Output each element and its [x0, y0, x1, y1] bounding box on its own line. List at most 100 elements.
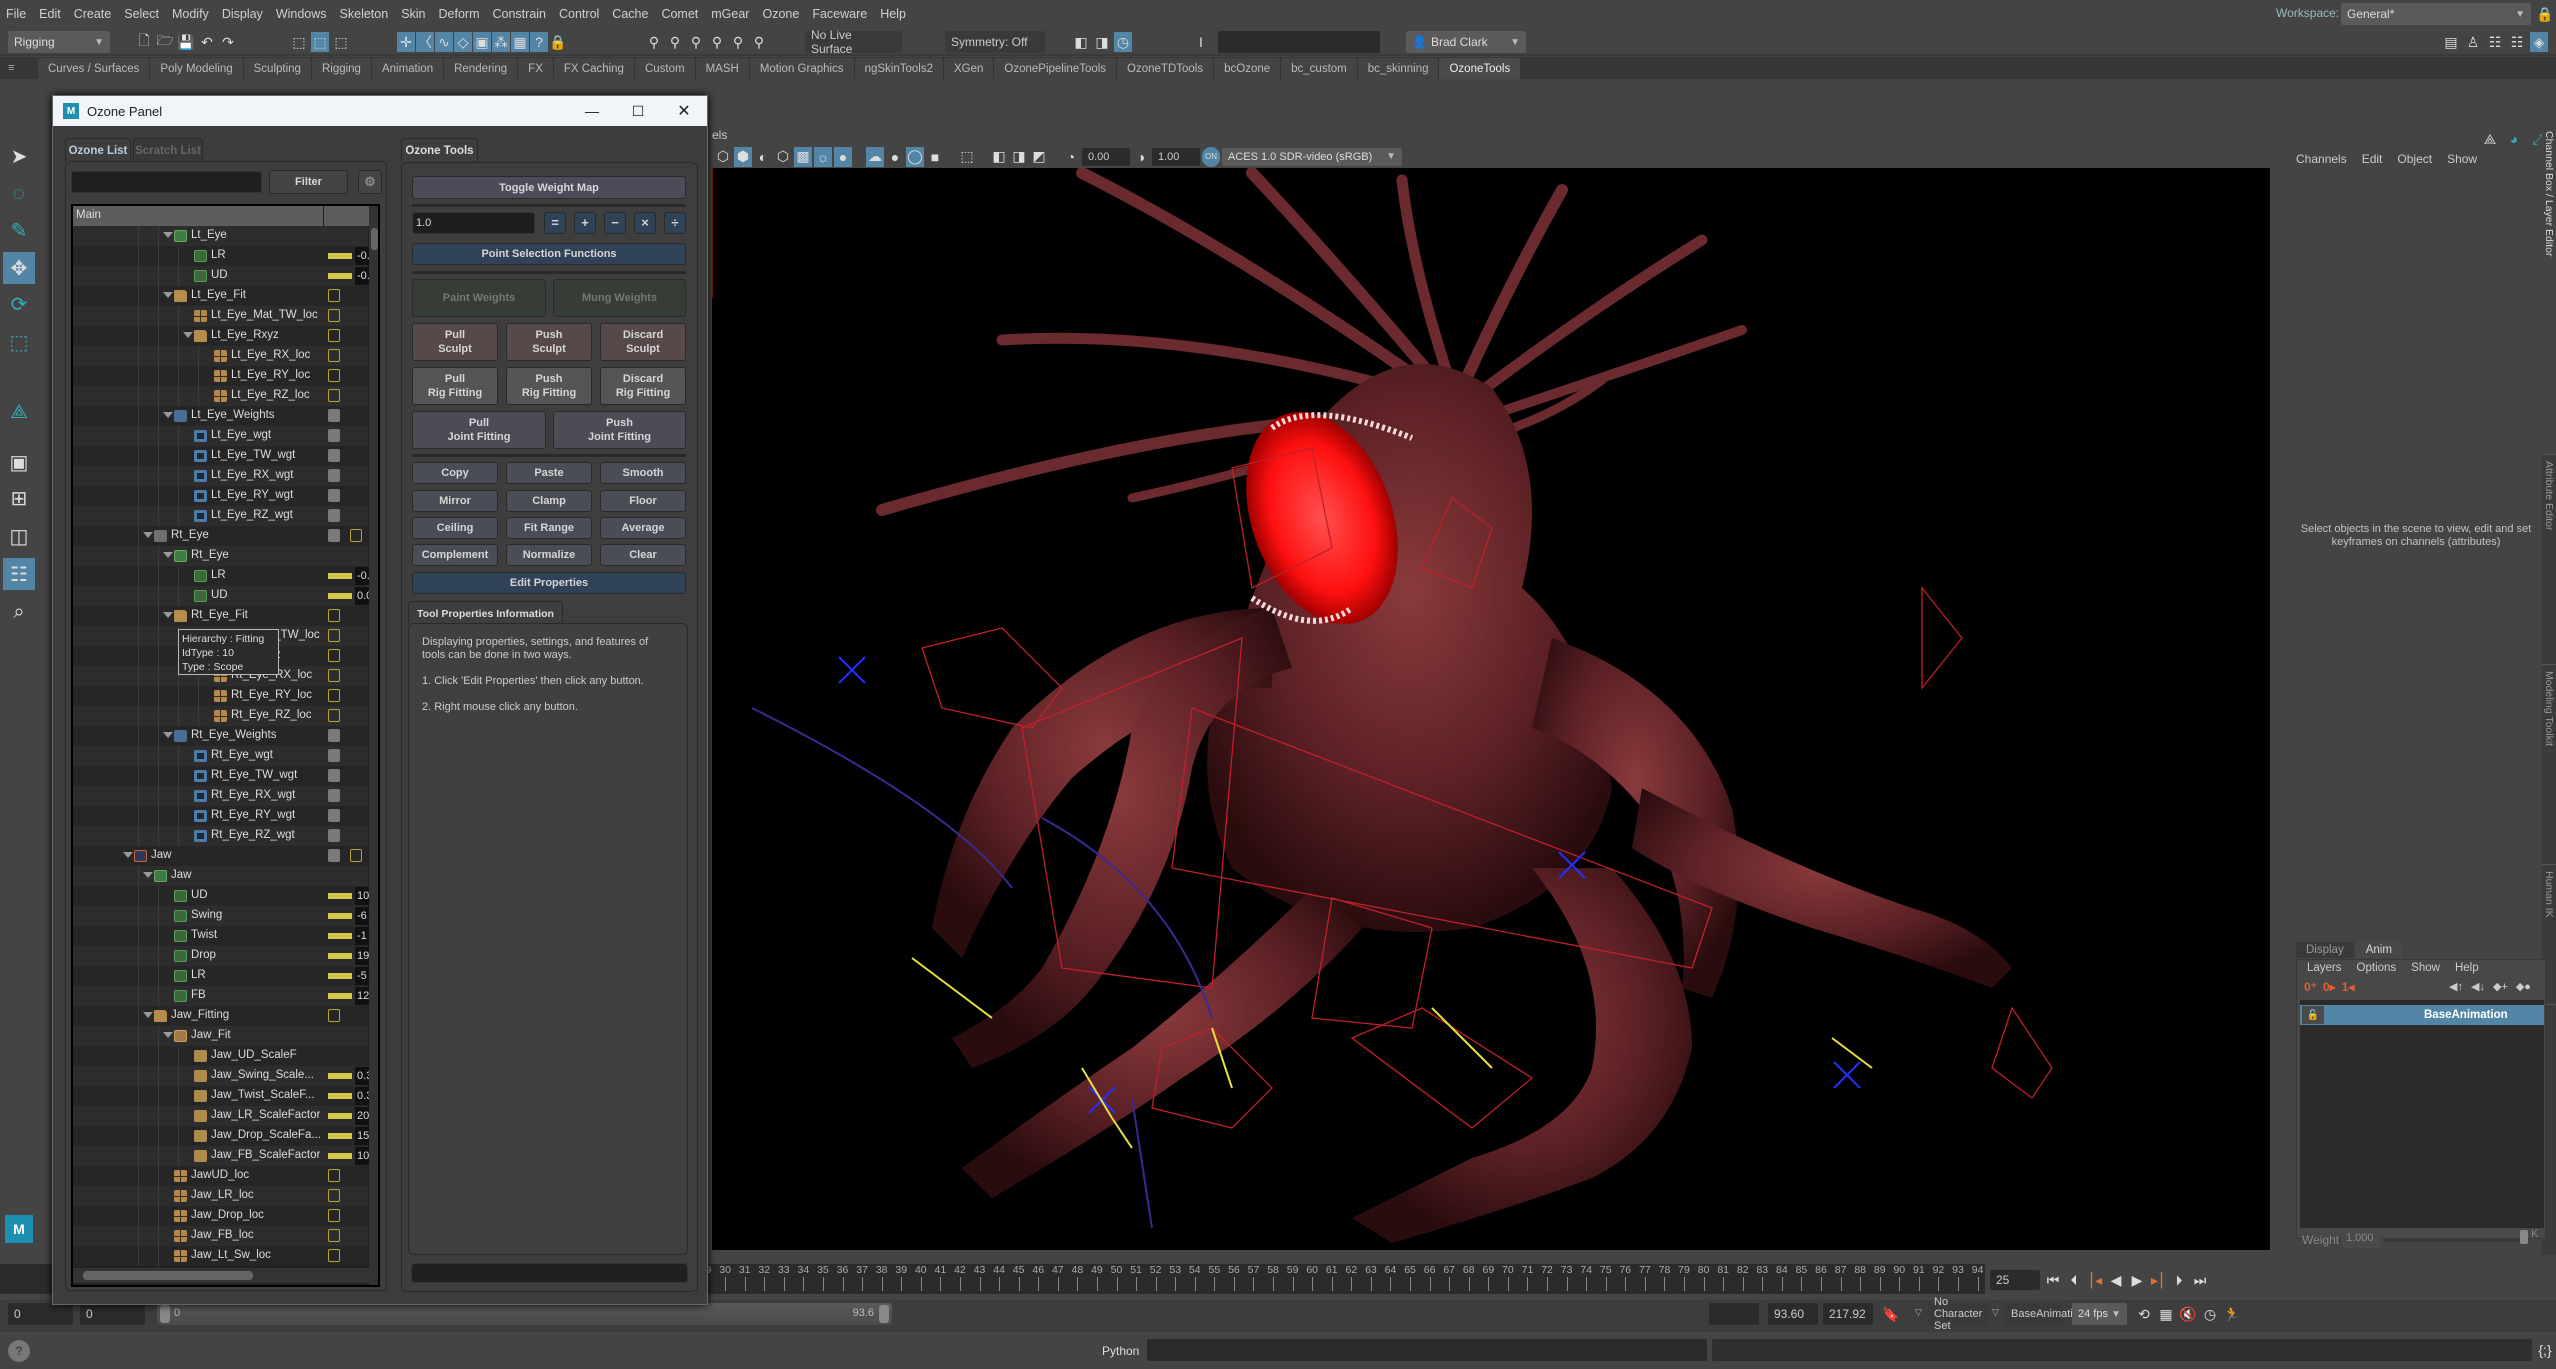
scrollbar-thumb[interactable]	[83, 1271, 253, 1280]
tree-row[interactable]: Jaw_FB_ScaleFactor 10	[73, 1146, 369, 1166]
push-joint-fitting-button[interactable]: Push Joint Fitting	[553, 411, 686, 449]
value-slider[interactable]	[328, 1113, 352, 1119]
attribute-editor-icon[interactable]: ☷	[2486, 32, 2504, 52]
loop-icon[interactable]: ⟲	[2135, 1304, 2153, 1324]
tree-row[interactable]: Rt_Eye_RY_loc	[73, 686, 368, 706]
expand-arrow-icon[interactable]	[183, 332, 193, 338]
output-ops-icon[interactable]: ⚲	[666, 32, 684, 52]
undo-icon[interactable]: ↶	[198, 32, 216, 52]
search-icon[interactable]: ⌕	[3, 596, 35, 628]
tree-row[interactable]: Rt_Eye_TW_wgt	[73, 766, 368, 786]
move-tool-icon[interactable]: ✥	[3, 252, 35, 284]
normalize-button[interactable]: Normalize	[506, 544, 592, 566]
menu-display[interactable]: Display	[222, 7, 263, 21]
side-tab-attribute-editor[interactable]: Attribute Editor	[2542, 455, 2556, 665]
playback-end-input[interactable]: 93.60	[1768, 1303, 1818, 1325]
workspace-dropdown[interactable]: General* ▼	[2341, 3, 2531, 25]
snap-help-icon[interactable]: ?	[530, 32, 548, 52]
shelf-tab-custom[interactable]: Custom	[634, 58, 696, 79]
xray-icon[interactable]: ◧	[990, 147, 1008, 167]
value-field[interactable]: 15	[355, 1127, 369, 1145]
value-field[interactable]: 10	[355, 887, 369, 905]
tree-row[interactable]: Rt_Eye	[73, 526, 368, 546]
toggle-weight-map-button[interactable]: Toggle Weight Map	[412, 176, 686, 199]
close-icon[interactable]: ✕	[661, 101, 707, 121]
operator-button-4[interactable]: ÷	[664, 212, 686, 234]
weight-toggle[interactable]	[328, 409, 340, 422]
expand-arrow-icon[interactable]	[163, 232, 173, 238]
shelf-tab-xgen[interactable]: XGen	[943, 58, 995, 79]
move-layer-up-icon[interactable]: ◀↑	[2449, 980, 2463, 993]
chevron-down-icon[interactable]: ▽	[1915, 1307, 1922, 1318]
tree-row[interactable]: Lt_Eye	[73, 226, 368, 246]
visibility-checkbox[interactable]	[328, 709, 340, 722]
scale-tool-icon[interactable]: ⬚	[3, 326, 35, 358]
shelf-menu-icon[interactable]: ≡	[8, 62, 14, 74]
modeling-toolkit-icon[interactable]: ▤	[2442, 32, 2460, 52]
value-slider[interactable]	[328, 953, 352, 959]
edit-properties-button[interactable]: Edit Properties	[412, 572, 686, 594]
value-slider[interactable]	[328, 1133, 352, 1139]
menu-ozone[interactable]: Ozone	[762, 7, 799, 21]
tree-row[interactable]: Drop 19	[73, 946, 369, 966]
chevron-down-icon[interactable]: ▽	[1992, 1307, 1999, 1318]
tree-row[interactable]: Lt_Eye_Weights	[73, 406, 368, 426]
menu-set-dropdown[interactable]: Rigging ▼	[8, 31, 110, 53]
weight-toggle[interactable]	[328, 429, 340, 442]
weight-toggle[interactable]	[328, 509, 340, 522]
tree-row[interactable]: Jaw_Drop_loc	[73, 1206, 368, 1226]
current-frame-input[interactable]: 25	[1990, 1270, 2040, 1290]
play-forwards-icon[interactable]: ▶	[2128, 1270, 2146, 1290]
tree-row[interactable]: Jaw_Twist_ScaleF... 0.3	[73, 1086, 369, 1106]
user-account-dropdown[interactable]: 👤 Brad Clark ▼	[1406, 31, 1526, 53]
tree-row[interactable]: Jaw_Fitting	[73, 1006, 368, 1026]
visibility-checkbox[interactable]	[328, 309, 340, 322]
layer-editor-menu-show[interactable]: Show	[2411, 962, 2440, 974]
wireframe-on-shaded-icon[interactable]: ⬡	[774, 147, 792, 167]
color-management-toggle-icon[interactable]: ON	[1202, 146, 1220, 167]
tree-row[interactable]: Jaw_Swing_Scale... 0.3	[73, 1066, 369, 1086]
tree-row[interactable]: Lt_Eye_Fit	[73, 286, 368, 306]
fit-range-button[interactable]: Fit Range	[506, 517, 592, 539]
weight-toggle[interactable]	[328, 789, 340, 802]
tree-row[interactable]: Rt_Eye_RY_wgt	[73, 806, 368, 826]
push-sculpt-button[interactable]: Push Sculpt	[506, 323, 592, 361]
value-field[interactable]: 12	[355, 987, 369, 1005]
filter-button[interactable]: Filter	[269, 170, 348, 194]
mirror-button[interactable]: Mirror	[412, 490, 498, 512]
channel-box-menu-object[interactable]: Object	[2397, 152, 2432, 166]
snap-surface-icon[interactable]: ▣	[473, 32, 491, 52]
tree-row[interactable]: Rt_Eye_RZ_wgt	[73, 826, 368, 846]
discard-rig-fitting-button[interactable]: Discard Rig Fitting	[600, 367, 686, 405]
expand-arrow-icon[interactable]	[163, 732, 173, 738]
tool-settings-icon[interactable]: ☷	[2508, 32, 2526, 52]
ambient-occlusion-icon[interactable]: ☁	[866, 146, 884, 167]
script-editor-icon[interactable]: {;}	[2536, 1340, 2554, 1360]
smooth-shade-icon[interactable]: ⬢	[734, 146, 752, 167]
expand-arrow-icon[interactable]	[163, 412, 173, 418]
visibility-checkbox[interactable]	[350, 849, 362, 862]
expand-arrow-icon[interactable]	[143, 872, 153, 878]
pull-sculpt-button[interactable]: Pull Sculpt	[412, 323, 498, 361]
render-icon[interactable]: ⚲	[708, 32, 726, 52]
value-slider[interactable]	[328, 913, 352, 919]
shelf-tab-animation[interactable]: Animation	[371, 58, 445, 79]
pull-joint-fitting-button[interactable]: Pull Joint Fitting	[412, 411, 546, 449]
shelf-tab-ngskintools2[interactable]: ngSkinTools2	[854, 58, 944, 79]
menu-deform[interactable]: Deform	[439, 7, 480, 21]
unlock-icon[interactable]: 🔓	[2302, 1006, 2324, 1024]
input-ops-icon[interactable]: ⚲	[645, 32, 663, 52]
tree-row[interactable]: Rt_Eye_Fit	[73, 606, 368, 626]
operator-button-3[interactable]: ×	[634, 212, 656, 234]
tab-ozone-list[interactable]: Ozone List	[65, 138, 131, 162]
shadows-icon[interactable]: ●	[834, 146, 852, 167]
side-tab-channel-box-layer-editor[interactable]: Channel Box / Layer Editor	[2542, 125, 2556, 455]
paste-button[interactable]: Paste	[506, 462, 592, 484]
menu-select[interactable]: Select	[124, 7, 159, 21]
visibility-checkbox[interactable]	[328, 629, 340, 642]
value-field[interactable]: 20	[355, 1107, 369, 1125]
render-settings-icon[interactable]: ⚲	[750, 32, 768, 52]
complement-button[interactable]: Complement	[412, 544, 498, 566]
visibility-checkbox[interactable]	[328, 1189, 340, 1202]
one-key-icon[interactable]: 1◂	[2342, 980, 2355, 994]
